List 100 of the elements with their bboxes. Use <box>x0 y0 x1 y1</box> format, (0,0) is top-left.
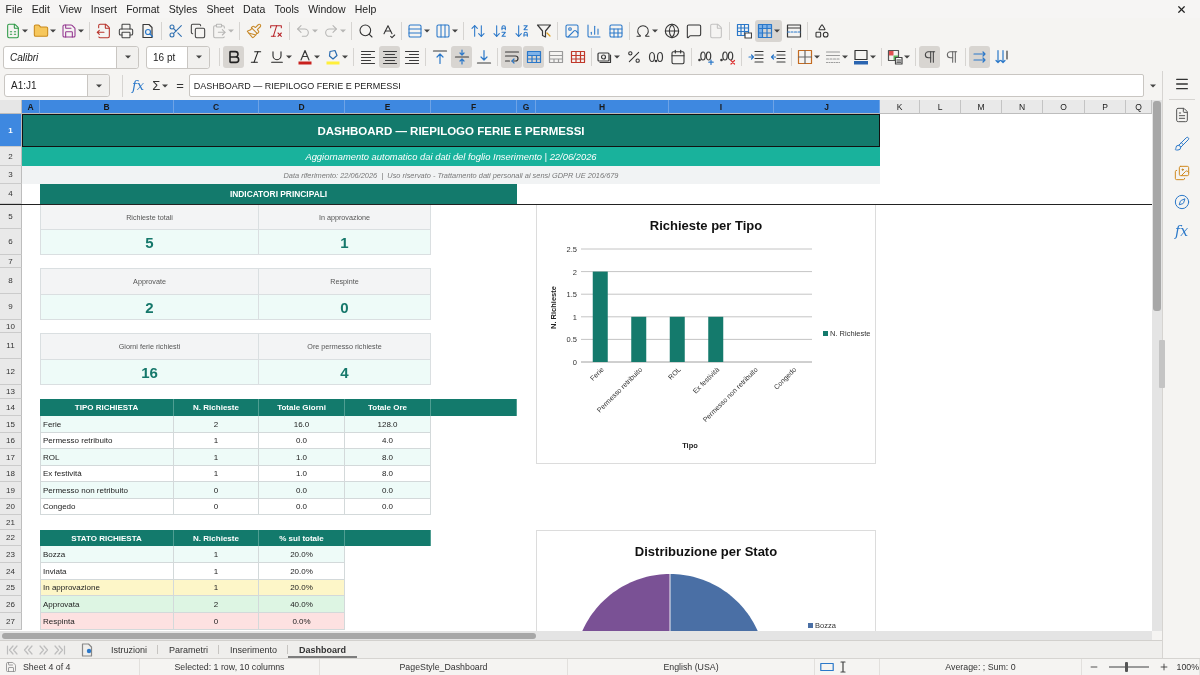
formula-input[interactable]: DASHBOARD — RIEPILOGO FERIE E PERMESSI <box>188 74 1144 97</box>
row-header[interactable]: 14 <box>0 399 22 416</box>
sheet-tab[interactable]: Dashboard <box>288 641 358 658</box>
spreadsheet-file-icon <box>5 22 21 39</box>
column-header[interactable]: O <box>1043 100 1085 114</box>
row-header[interactable]: 25 <box>0 580 22 596</box>
freeze-rows-columns-button[interactable] <box>755 19 782 42</box>
column-header[interactable]: G <box>517 100 536 114</box>
column-header[interactable]: Q <box>1126 100 1152 114</box>
table-icon <box>607 22 624 39</box>
grid-page-icon <box>735 22 752 39</box>
horizontal-scrollbar[interactable] <box>0 631 1152 640</box>
menu-icon <box>1173 76 1190 92</box>
column-header[interactable]: N <box>1002 100 1043 114</box>
column-header[interactable]: K <box>880 100 920 114</box>
row-header[interactable]: 20 <box>0 499 22 515</box>
menu-item[interactable]: Window <box>303 1 351 17</box>
row-header[interactable]: 3 <box>0 166 22 184</box>
row-header[interactable]: 9 <box>0 294 22 320</box>
vertical-scrollbar[interactable] <box>1152 100 1162 631</box>
row-header[interactable]: 8 <box>0 268 22 294</box>
row-header[interactable]: 26 <box>0 596 22 613</box>
row-header[interactable]: 13 <box>0 385 22 399</box>
row-header[interactable]: 16 <box>0 433 22 449</box>
column-header[interactable]: J <box>774 100 880 114</box>
column-header[interactable]: F <box>431 100 517 114</box>
align-left-icon <box>359 49 376 65</box>
function-wizard-button[interactable]: fx <box>129 74 148 97</box>
row-header[interactable]: 17 <box>0 449 22 466</box>
formula-button[interactable]: = <box>173 74 187 97</box>
row-header[interactable]: 1 <box>0 114 22 147</box>
collapse-handle[interactable] <box>1159 340 1165 388</box>
font-size-combobox[interactable]: 16 pt <box>146 45 210 69</box>
menu-item[interactable]: Insert <box>86 1 122 17</box>
column-header[interactable]: A <box>22 100 40 114</box>
row-header[interactable]: 21 <box>0 515 22 530</box>
align-center-button[interactable] <box>379 46 400 68</box>
chart-title: Richieste per Tipo <box>649 218 763 233</box>
column-header[interactable]: E <box>345 100 431 114</box>
menu-item[interactable]: File <box>1 1 28 17</box>
row-header[interactable]: 5 <box>0 204 22 229</box>
column-header[interactable]: D <box>259 100 345 114</box>
name-box[interactable]: A1:J1 <box>4 74 110 97</box>
scrollbar-thumb[interactable] <box>2 632 536 639</box>
column-header[interactable]: L <box>920 100 961 114</box>
font-name-combobox[interactable]: Calibri <box>3 45 139 69</box>
left-to-right-button[interactable] <box>919 46 940 68</box>
text-horizontal-button[interactable] <box>969 46 990 68</box>
menu-item[interactable]: Help <box>350 1 381 17</box>
row-header[interactable]: 10 <box>0 320 22 333</box>
table-cell: 0 <box>174 499 259 515</box>
row-header[interactable]: 7 <box>0 255 22 268</box>
conditional-format-icon <box>887 49 903 65</box>
column-header[interactable]: C <box>174 100 259 114</box>
row-header[interactable]: 24 <box>0 563 22 580</box>
menu-item[interactable]: Sheet <box>201 1 239 17</box>
sort-descending-icon <box>513 22 530 39</box>
sheet-tab[interactable]: Inserimento <box>219 641 289 658</box>
wrap-text-icon <box>503 49 520 65</box>
row-header[interactable]: 15 <box>0 416 22 433</box>
merge-center-icon <box>525 49 542 65</box>
scrollbar-thumb[interactable] <box>1153 101 1161 311</box>
skip-start-icon <box>6 643 18 656</box>
row-header[interactable]: 22 <box>0 530 22 546</box>
row-header[interactable]: 6 <box>0 229 22 255</box>
slider-thumb[interactable] <box>1125 662 1129 672</box>
table-cell: 0.0 <box>259 499 345 515</box>
menu-item[interactable]: Tools <box>269 1 304 17</box>
row-header[interactable]: 19 <box>0 482 22 499</box>
column-header[interactable]: B <box>40 100 174 114</box>
table-cell: 1 <box>174 433 259 449</box>
column-header[interactable]: I <box>669 100 774 114</box>
column-header[interactable]: P <box>1085 100 1126 114</box>
menu-item[interactable]: Edit <box>27 1 55 17</box>
omega-icon <box>635 22 651 39</box>
arrows-right-icon <box>971 49 988 65</box>
row-header[interactable]: 27 <box>0 613 22 630</box>
bold-button[interactable] <box>223 46 244 68</box>
menu-item[interactable]: Format <box>121 1 165 17</box>
row-header[interactable]: 12 <box>0 359 22 385</box>
column-header[interactable]: M <box>961 100 1002 114</box>
sum-button[interactable]: Σ <box>149 74 172 97</box>
row-header[interactable]: 18 <box>0 466 22 482</box>
row-header[interactable]: 2 <box>0 147 22 166</box>
column-header[interactable]: H <box>536 100 669 114</box>
table-cell: 20.0% <box>259 563 345 580</box>
sheet-tab[interactable]: Istruzioni <box>100 641 158 658</box>
row-header[interactable]: 11 <box>0 333 22 359</box>
functions-button[interactable]: fx <box>1169 220 1194 242</box>
menu-item[interactable]: Data <box>238 1 270 17</box>
sheet-tab[interactable]: Parametri <box>158 641 220 658</box>
menu-item[interactable]: Styles <box>164 1 202 17</box>
menu-item[interactable]: View <box>54 1 87 17</box>
copy-icon <box>189 22 206 39</box>
merge-cells-icon <box>547 49 564 65</box>
center-vertically-button[interactable] <box>451 46 472 68</box>
row-header[interactable]: 4 <box>0 184 22 204</box>
row-header[interactable]: 23 <box>0 546 22 563</box>
wrap-text-button[interactable] <box>501 46 522 68</box>
table-header-cell: Totale Giorni <box>259 399 345 416</box>
